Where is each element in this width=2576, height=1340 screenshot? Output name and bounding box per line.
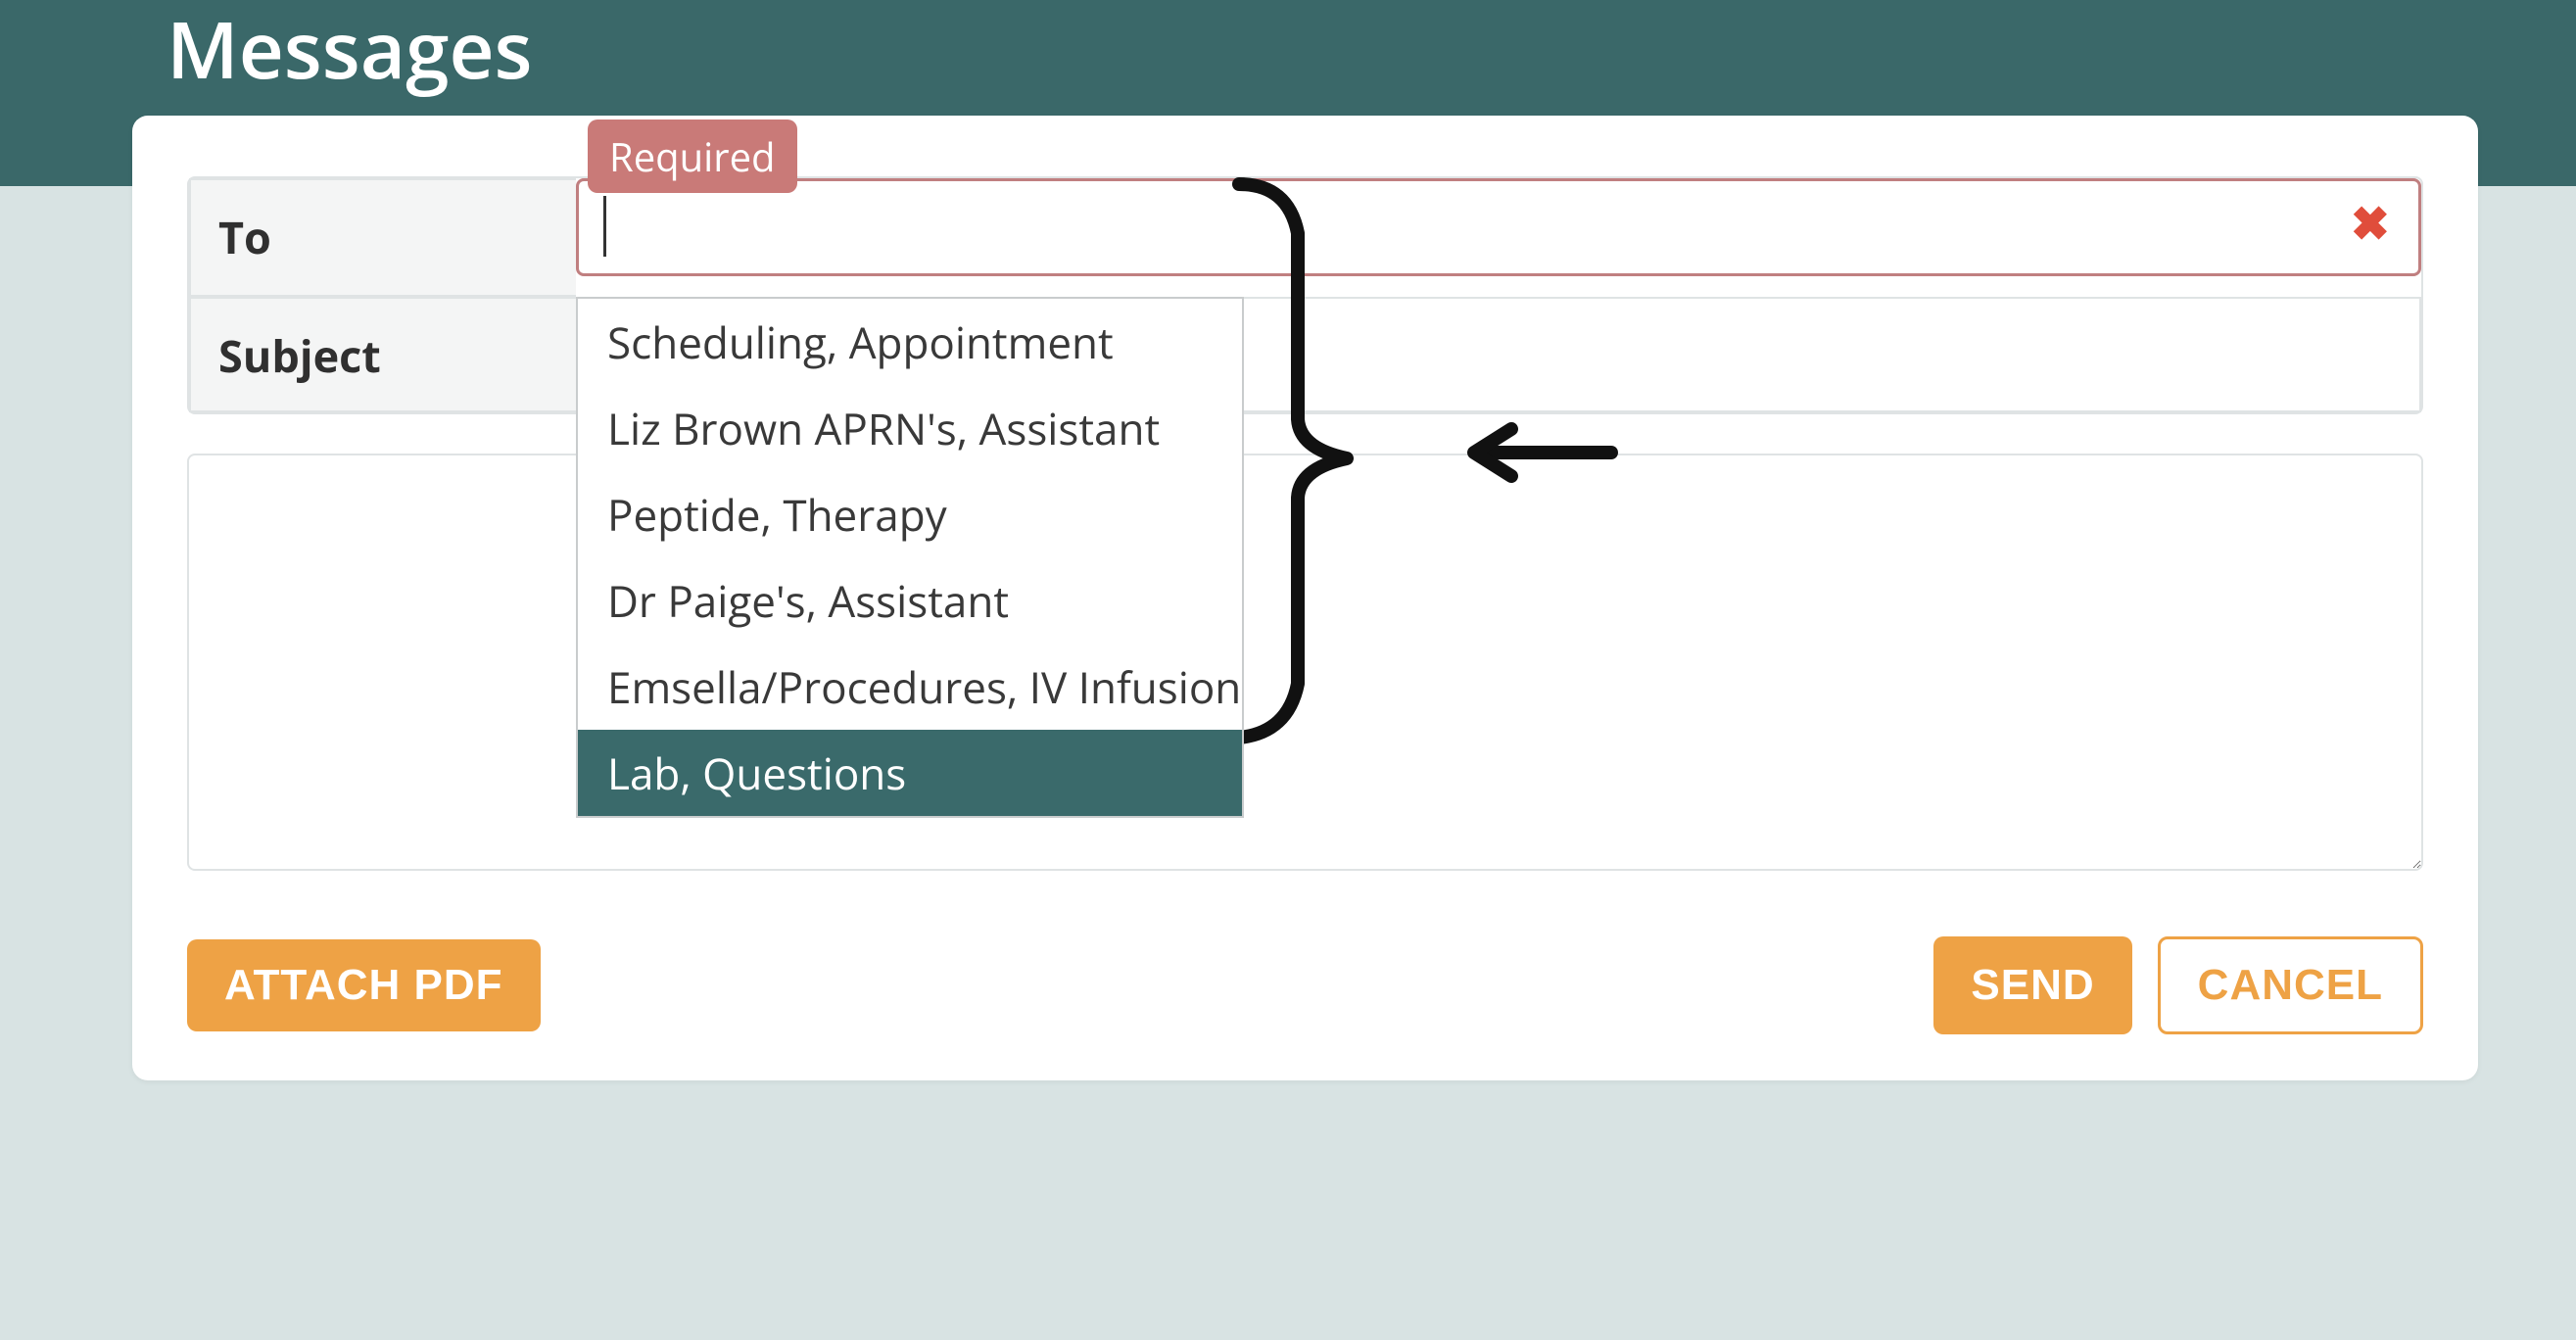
send-button[interactable]: SEND <box>1933 936 2131 1034</box>
to-label: To <box>189 178 576 297</box>
dropdown-item[interactable]: Scheduling, Appointment <box>578 299 1242 385</box>
subject-row: Subject <box>189 297 2421 412</box>
dropdown-item[interactable]: Emsella/Procedures, IV Infusion <box>578 644 1242 730</box>
attach-pdf-button[interactable]: ATTACH PDF <box>187 939 541 1031</box>
subject-label: Subject <box>189 297 576 412</box>
button-row: ATTACH PDF SEND CANCEL <box>187 936 2423 1034</box>
right-buttons: SEND CANCEL <box>1933 936 2423 1034</box>
to-row: To Required ✖ Scheduling, AppointmentLiz… <box>189 178 2421 297</box>
recipient-dropdown[interactable]: Scheduling, AppointmentLiz Brown APRN's,… <box>576 297 1244 818</box>
page-title: Messages <box>167 0 2576 88</box>
required-badge: Required <box>588 120 797 193</box>
dropdown-item[interactable]: Dr Paige's, Assistant <box>578 557 1242 644</box>
dropdown-item[interactable]: Liz Brown APRN's, Assistant <box>578 385 1242 471</box>
to-input[interactable] <box>576 178 2421 276</box>
dropdown-item[interactable]: Peptide, Therapy <box>578 471 1242 557</box>
form-table: To Required ✖ Scheduling, AppointmentLiz… <box>187 176 2423 414</box>
to-input-cell: Required ✖ Scheduling, AppointmentLiz Br… <box>576 178 2421 297</box>
message-body[interactable] <box>187 454 2423 871</box>
compose-card: To Required ✖ Scheduling, AppointmentLiz… <box>132 116 2478 1080</box>
cancel-button[interactable]: CANCEL <box>2158 936 2423 1034</box>
text-caret <box>603 196 606 257</box>
clear-icon[interactable]: ✖ <box>2351 200 2390 247</box>
dropdown-item[interactable]: Lab, Questions <box>578 730 1242 816</box>
